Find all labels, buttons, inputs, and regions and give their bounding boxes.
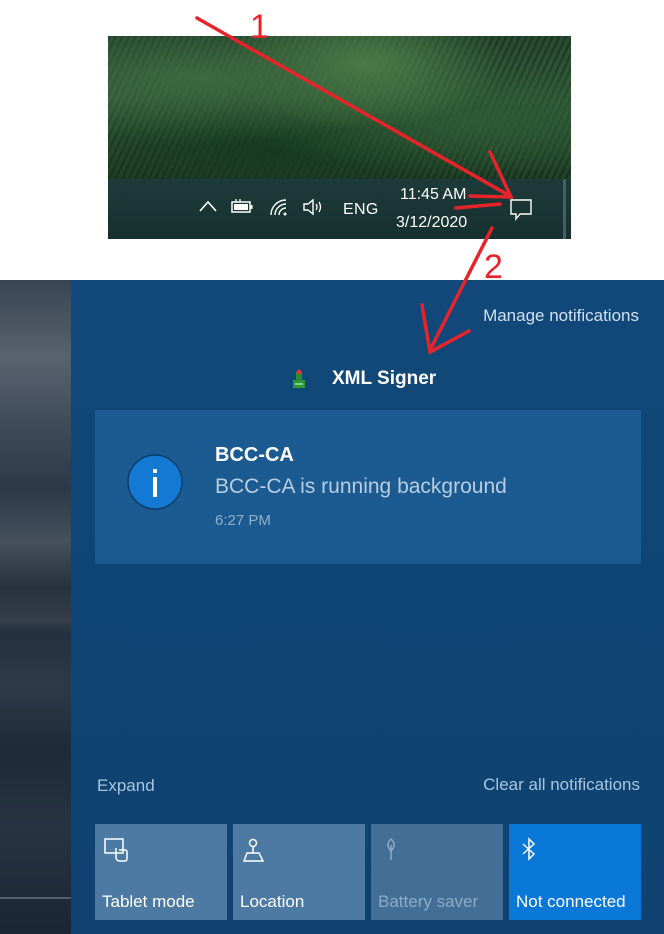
notification-time: 6:27 PM bbox=[215, 512, 271, 529]
taskbar: ENG 11:45 AM 3/12/2020 bbox=[108, 179, 571, 239]
notification-title: BCC-CA bbox=[215, 444, 294, 466]
battery-saver-icon bbox=[387, 837, 395, 860]
language-indicator[interactable]: ENG bbox=[343, 201, 379, 219]
clock-date[interactable]: 3/12/2020 bbox=[396, 214, 467, 232]
action-center-icon[interactable] bbox=[508, 197, 534, 221]
taskbar-screenshot: ENG 11:45 AM 3/12/2020 bbox=[108, 36, 571, 239]
quick-action-tablet-mode[interactable]: Tablet mode bbox=[95, 824, 227, 920]
annotation-step-1: 1 bbox=[250, 8, 269, 46]
notification-app-name: XML Signer bbox=[332, 368, 437, 389]
quick-action-bluetooth[interactable]: Not connected bbox=[509, 824, 641, 920]
tablet-mode-label: Tablet mode bbox=[102, 892, 195, 911]
wifi-icon[interactable] bbox=[268, 197, 290, 217]
location-label: Location bbox=[240, 892, 305, 911]
chevron-up-icon[interactable] bbox=[198, 198, 218, 214]
quick-action-battery-saver[interactable]: Battery saver bbox=[371, 824, 503, 920]
battery-saver-label: Battery saver bbox=[378, 892, 479, 911]
bluetooth-icon bbox=[522, 837, 536, 861]
volume-icon[interactable] bbox=[302, 197, 326, 217]
desktop-wallpaper bbox=[108, 36, 571, 179]
battery-icon[interactable] bbox=[230, 197, 254, 215]
clear-all-notifications-link[interactable]: Clear all notifications bbox=[483, 775, 640, 795]
notification-body: BCC-CA is running background bbox=[215, 475, 507, 498]
show-desktop-edge[interactable] bbox=[563, 179, 566, 239]
location-icon bbox=[242, 838, 265, 862]
horizon-line bbox=[0, 897, 71, 899]
desktop-background-strip bbox=[0, 280, 71, 934]
xml-signer-app-icon bbox=[293, 369, 305, 388]
notification-card[interactable]: BCC-CA BCC-CA is running background 6:27… bbox=[95, 410, 641, 564]
quick-action-location[interactable]: Location bbox=[233, 824, 365, 920]
clock-time[interactable]: 11:45 AM bbox=[400, 186, 466, 204]
expand-quick-actions-link[interactable]: Expand bbox=[97, 776, 155, 796]
tablet-mode-icon bbox=[104, 838, 128, 862]
info-icon bbox=[127, 454, 183, 510]
manage-notifications-link[interactable]: Manage notifications bbox=[483, 306, 639, 326]
action-center-panel: Manage notifications XML Signer BCC-CA B… bbox=[71, 280, 664, 934]
annotation-step-2: 2 bbox=[484, 248, 503, 286]
bluetooth-label: Not connected bbox=[516, 892, 626, 911]
